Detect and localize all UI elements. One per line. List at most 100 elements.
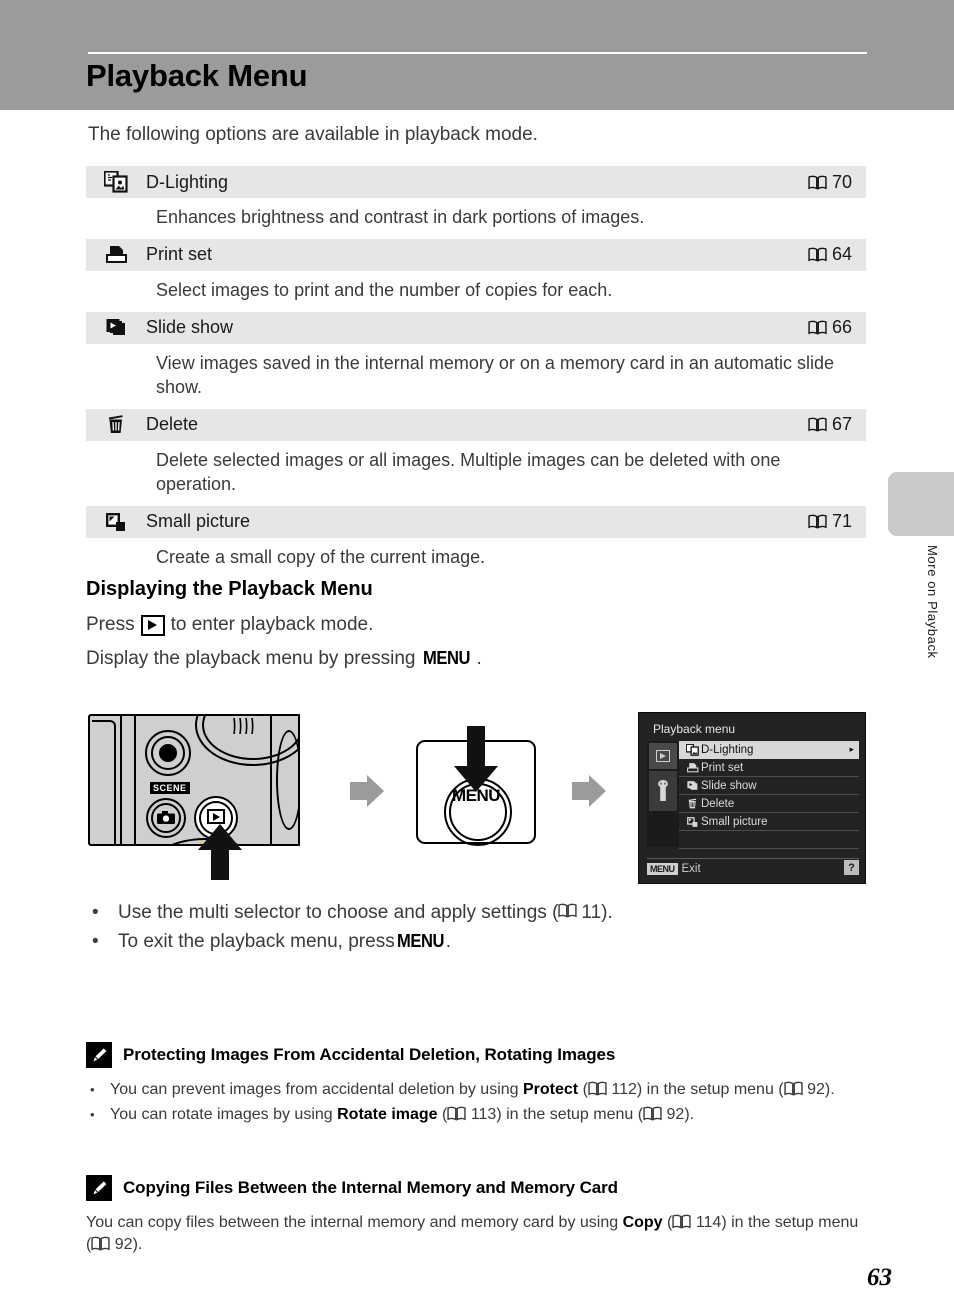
option-description: Select images to print and the number of… xyxy=(86,271,866,312)
table-row[interactable]: Small picture 71 xyxy=(86,505,866,539)
option-page-ref: 71 xyxy=(808,511,866,532)
book-icon xyxy=(672,1214,691,1229)
menu-key-label: MENU xyxy=(422,648,470,668)
bullet-text-before: Use the multi selector to choose and app… xyxy=(118,902,559,923)
lcd-screen-mock: Playback menu D-Lighting ▸ Print set Sli… xyxy=(638,712,866,884)
option-description: Delete selected images or all images. Mu… xyxy=(86,441,866,506)
book-icon xyxy=(447,1106,466,1121)
press-up-arrow-icon xyxy=(198,824,242,880)
option-description: View images saved in the internal memory… xyxy=(86,344,866,409)
bullet-text-after: . xyxy=(445,931,451,952)
list-item: • To exit the playback menu, press MENU … xyxy=(86,931,866,953)
book-icon xyxy=(91,1236,110,1251)
option-description: Create a small copy of the current image… xyxy=(86,538,866,579)
page-number: 63 xyxy=(867,1264,892,1291)
delete-icon xyxy=(86,414,146,436)
print-set-icon xyxy=(86,244,146,266)
book-icon xyxy=(808,417,827,432)
option-page-number: 71 xyxy=(831,511,852,532)
option-label: Delete xyxy=(146,414,199,435)
slide-show-icon xyxy=(683,780,701,792)
d-lighting-icon xyxy=(683,743,701,756)
table-row[interactable]: Print set 64 xyxy=(86,238,866,272)
playback-key-icon xyxy=(140,614,165,636)
lcd-title: Playback menu xyxy=(653,722,736,736)
lcd-menu-item-delete[interactable]: Delete xyxy=(679,795,859,813)
table-row[interactable]: Slide show 66 xyxy=(86,311,866,345)
note-line-text: You can prevent images from accidental d… xyxy=(110,1081,835,1098)
table-row[interactable]: Delete 67 xyxy=(86,408,866,442)
option-page-ref: 64 xyxy=(808,244,866,265)
option-page-ref: 70 xyxy=(808,172,866,193)
option-page-ref: 66 xyxy=(808,317,866,338)
record-button-dot[interactable] xyxy=(159,744,177,762)
lcd-menu-item-slide-show[interactable]: Slide show xyxy=(679,777,859,795)
note-line-text: You can rotate images by using Rotate im… xyxy=(110,1106,695,1124)
option-page-number: 66 xyxy=(831,317,852,338)
display-suffix-text: . xyxy=(476,648,482,669)
list-item: • You can prevent images from accidental… xyxy=(86,1079,866,1101)
emphasis-term: Rotate image xyxy=(337,1106,438,1124)
lcd-tab-setup[interactable] xyxy=(649,771,677,811)
wrench-icon xyxy=(658,780,668,801)
book-icon xyxy=(783,1081,803,1096)
book-icon xyxy=(588,1081,607,1096)
note-paragraph: You can copy files between the internal … xyxy=(86,1214,859,1254)
help-badge-icon[interactable]: ? xyxy=(844,860,859,875)
page-title: Playback Menu xyxy=(86,58,308,93)
camera-rear-illustration: SCENE ⚡ xyxy=(86,714,302,880)
book-icon xyxy=(558,903,578,918)
bullet-page-ref: 11 xyxy=(581,902,602,923)
book-icon xyxy=(808,248,827,263)
camera-glyph-icon xyxy=(157,811,175,824)
note-body: You can copy files between the internal … xyxy=(86,1212,866,1256)
bullet-text-after: ). xyxy=(601,902,613,923)
emphasis-term: Protect xyxy=(523,1081,579,1098)
lcd-playback-tab-icon xyxy=(656,750,670,762)
note-header: Protecting Images From Accidental Deleti… xyxy=(86,1042,866,1068)
lcd-menu-key-chip: MENU xyxy=(647,863,678,875)
option-page-number: 64 xyxy=(831,244,852,265)
bullet-marker: • xyxy=(90,1082,95,1097)
menu-key-label: MENU xyxy=(396,931,444,951)
lcd-menu-item-label: Print set xyxy=(701,761,744,774)
lcd-menu-item-small-picture[interactable]: Small picture xyxy=(679,813,859,831)
option-page-number: 67 xyxy=(831,414,852,435)
press-suffix-text: to enter playback mode. xyxy=(170,614,374,635)
book-icon xyxy=(808,514,827,529)
note-title: Copying Files Between the Internal Memor… xyxy=(123,1178,618,1197)
slide-show-icon xyxy=(86,317,146,339)
small-picture-icon xyxy=(683,816,701,828)
list-item: • Use the multi selector to choose and a… xyxy=(86,902,866,924)
camera-edge-line-b xyxy=(134,716,136,844)
options-table: D-Lighting 70 Enhances brightness and co… xyxy=(86,166,866,579)
scene-label: SCENE xyxy=(150,782,190,794)
lcd-exit-label: Exit xyxy=(681,863,701,875)
lcd-menu-item-label: Delete xyxy=(701,797,735,810)
header-rule xyxy=(88,52,867,54)
chevron-right-icon: ▸ xyxy=(849,744,854,754)
note-header: Copying Files Between the Internal Memor… xyxy=(86,1175,866,1201)
print-set-icon xyxy=(683,762,701,774)
side-tab-marker xyxy=(888,472,954,536)
book-icon xyxy=(808,175,827,190)
lcd-menu-item-d-lighting[interactable]: D-Lighting ▸ xyxy=(679,741,859,759)
table-row[interactable]: D-Lighting 70 xyxy=(86,166,866,199)
lcd-menu-list: D-Lighting ▸ Print set Slide show Delete… xyxy=(679,741,859,849)
lcd-tab-playback[interactable] xyxy=(649,743,677,769)
flow-chevron-icon xyxy=(572,775,606,807)
camera-speaker-icon xyxy=(233,718,254,734)
playback-button-glyph-icon[interactable] xyxy=(207,809,225,824)
option-label: Slide show xyxy=(146,317,234,338)
note-protecting-images: Protecting Images From Accidental Deleti… xyxy=(86,1042,866,1129)
display-menu-instruction: Display the playback menu by pressing ME… xyxy=(86,648,482,670)
flow-chevron-icon xyxy=(350,775,384,807)
lcd-menu-item-print-set[interactable]: Print set xyxy=(679,759,859,777)
illustration-strip: SCENE ⚡ MENU xyxy=(86,712,868,884)
book-icon xyxy=(808,320,827,336)
camera-edge-line-a xyxy=(120,716,122,844)
camera-grip-arc xyxy=(276,730,298,830)
menu-button-illustration: MENU xyxy=(416,726,536,846)
bullet-marker: • xyxy=(90,1107,95,1123)
side-tab-label: More on Playback xyxy=(925,545,940,659)
